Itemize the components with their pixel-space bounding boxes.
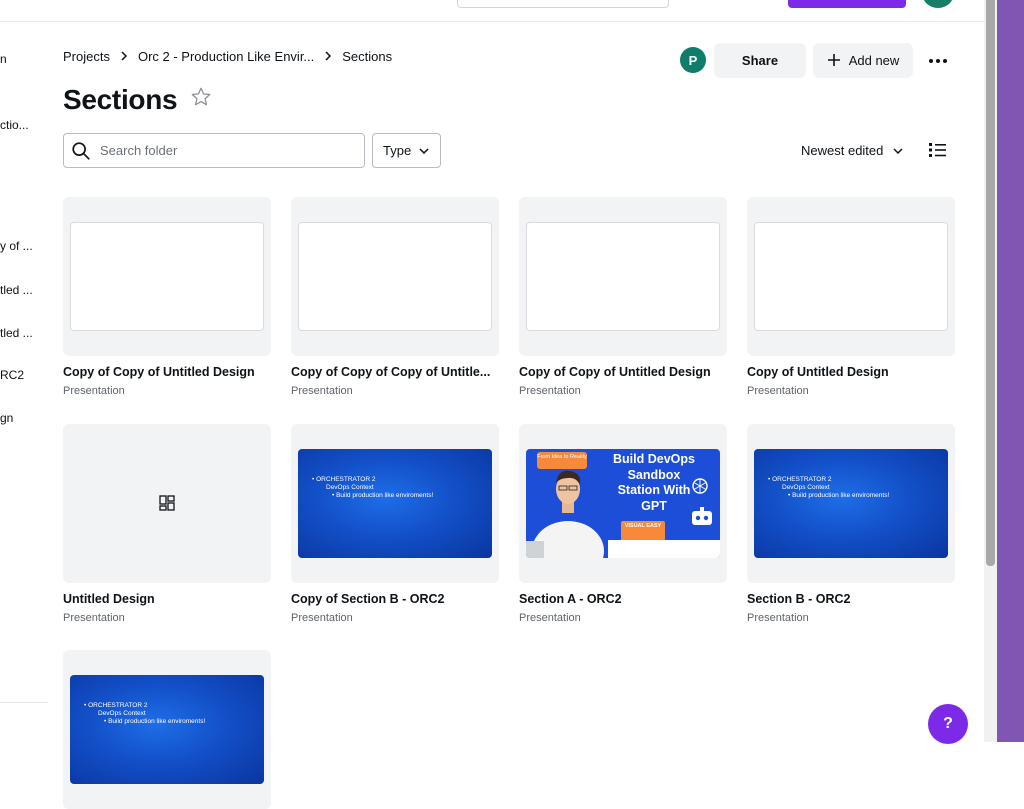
card-thumbnail[interactable]: From Idea to Reality Build DevOps Sandbo… [519, 424, 727, 583]
orchestrator-slide-preview: • ORCHESTRATOR 2 DevOps Context • Build … [298, 449, 492, 558]
sidebar-item[interactable]: ctio... [0, 118, 29, 132]
card-type: Presentation [291, 385, 353, 397]
type-filter-dropdown[interactable]: Type [372, 133, 441, 168]
card-type: Presentation [747, 385, 809, 397]
sidebar-divider [0, 702, 48, 703]
design-card[interactable]: From Idea to Reality Build DevOps Sandbo… [519, 424, 727, 624]
orchestrator-slide-preview: • ORCHESTRATOR 2 DevOps Context • Build … [70, 675, 264, 784]
design-grid-icon [159, 495, 175, 511]
sidebar: n ctio... y of ... tled ... tled ... RC2… [0, 22, 48, 742]
search-icon [72, 141, 90, 160]
chevron-right-icon [120, 49, 128, 64]
slide-badge: VISUAL EASY [621, 521, 665, 541]
slide-text: • ORCHESTRATOR 2 DevOps Context • Build … [84, 702, 206, 726]
breadcrumb-projects[interactable]: Projects [63, 49, 110, 64]
card-title[interactable]: Copy of Untitled Design [747, 365, 947, 379]
card-title[interactable]: Copy of Copy of Copy of Untitle... [291, 365, 491, 379]
card-type: Presentation [519, 385, 581, 397]
card-thumbnail[interactable]: • ORCHESTRATOR 2 DevOps Context • Build … [291, 424, 499, 583]
star-icon[interactable] [190, 86, 212, 114]
design-card[interactable]: • ORCHESTRATOR 2 DevOps Context • Build … [63, 650, 271, 809]
card-type: Presentation [519, 612, 581, 624]
share-button[interactable]: Share [714, 43, 806, 78]
card-type: Presentation [747, 612, 809, 624]
card-thumbnail[interactable] [291, 197, 499, 356]
slide-footer [608, 540, 720, 558]
blank-slide-preview [754, 222, 948, 331]
side-panel-edge [997, 0, 1024, 742]
chevron-down-icon [893, 147, 903, 154]
robot-icon [692, 507, 712, 525]
card-thumbnail[interactable]: • ORCHESTRATOR 2 DevOps Context • Build … [63, 650, 271, 809]
design-card[interactable]: • ORCHESTRATOR 2 DevOps Context • Build … [747, 424, 955, 624]
more-options-icon[interactable] [922, 52, 954, 70]
card-thumbnail[interactable]: • ORCHESTRATOR 2 DevOps Context • Build … [747, 424, 955, 583]
card-thumbnail[interactable] [63, 424, 271, 583]
slide-text: • ORCHESTRATOR 2 DevOps Context • Build … [312, 476, 434, 500]
card-type: Presentation [63, 612, 125, 624]
sort-dropdown[interactable]: Newest edited [801, 143, 903, 158]
chevron-right-icon [324, 49, 332, 64]
search-input[interactable] [100, 143, 340, 158]
sidebar-item[interactable]: RC2 [0, 368, 24, 382]
help-button[interactable]: ? [928, 704, 968, 744]
card-thumbnail[interactable] [63, 197, 271, 356]
plus-icon [827, 49, 841, 71]
page-title: Sections [63, 84, 178, 115]
blank-slide-preview [526, 222, 720, 331]
sidebar-item[interactable]: y of ... [0, 239, 33, 253]
build-devops-slide-preview: From Idea to Reality Build DevOps Sandbo… [526, 449, 720, 558]
sidebar-item[interactable]: n [0, 52, 7, 66]
blank-slide-preview [298, 222, 492, 331]
card-title[interactable]: Section B - ORC2 [747, 592, 947, 606]
add-new-button[interactable]: Add new [813, 43, 913, 78]
collaborator-avatar[interactable]: P [680, 47, 706, 73]
card-title[interactable]: Copy of Section B - ORC2 [291, 592, 491, 606]
orchestrator-slide-preview: • ORCHESTRATOR 2 DevOps Context • Build … [754, 449, 948, 558]
card-type: Presentation [63, 385, 125, 397]
top-search-input[interactable] [457, 0, 669, 8]
blank-slide-preview [70, 222, 264, 331]
card-title[interactable]: Section A - ORC2 [519, 592, 719, 606]
card-title[interactable]: Untitled Design [63, 592, 263, 606]
design-card[interactable]: Copy of Untitled Design Presentation [747, 197, 955, 397]
top-bar [0, 0, 984, 22]
person-image [526, 470, 604, 558]
sidebar-item[interactable]: gn [0, 411, 13, 425]
design-card[interactable]: Untitled Design Presentation [63, 424, 271, 624]
card-thumbnail[interactable] [519, 197, 727, 356]
user-avatar[interactable] [922, 0, 954, 8]
breadcrumb-current[interactable]: Sections [342, 49, 392, 64]
type-filter-label: Type [383, 143, 412, 158]
scrollbar-thumb[interactable] [986, 0, 995, 566]
chevron-down-icon [419, 147, 429, 154]
sidebar-item[interactable]: tled ... [0, 283, 33, 297]
sidebar-item[interactable]: tled ... [0, 326, 33, 340]
card-thumbnail[interactable] [747, 197, 955, 356]
design-card[interactable]: Copy of Copy of Copy of Untitle... Prese… [291, 197, 499, 397]
design-card[interactable]: Copy of Copy of Untitled Design Presenta… [63, 197, 271, 397]
card-title[interactable]: Copy of Copy of Untitled Design [519, 365, 719, 379]
openai-logo-icon [692, 478, 708, 494]
breadcrumb-project[interactable]: Orc 2 - Production Like Envir... [138, 49, 314, 64]
breadcrumb: Projects Orc 2 - Production Like Envir..… [63, 49, 392, 64]
list-view-icon[interactable] [929, 142, 946, 163]
design-card[interactable]: • ORCHESTRATOR 2 DevOps Context • Build … [291, 424, 499, 624]
add-new-label: Add new [848, 53, 900, 68]
sort-label: Newest edited [801, 143, 884, 158]
search-folder-field[interactable] [63, 133, 365, 168]
card-title[interactable]: Copy of Copy of Untitled Design [63, 365, 263, 379]
slide-tag: From Idea to Reality [537, 452, 587, 469]
design-card[interactable]: Copy of Copy of Untitled Design Presenta… [519, 197, 727, 397]
top-primary-button[interactable] [788, 0, 906, 8]
card-type: Presentation [291, 612, 353, 624]
slide-text: • ORCHESTRATOR 2 DevOps Context • Build … [768, 476, 890, 500]
slide-title: Build DevOps Sandbox Station With GPT [613, 452, 695, 513]
